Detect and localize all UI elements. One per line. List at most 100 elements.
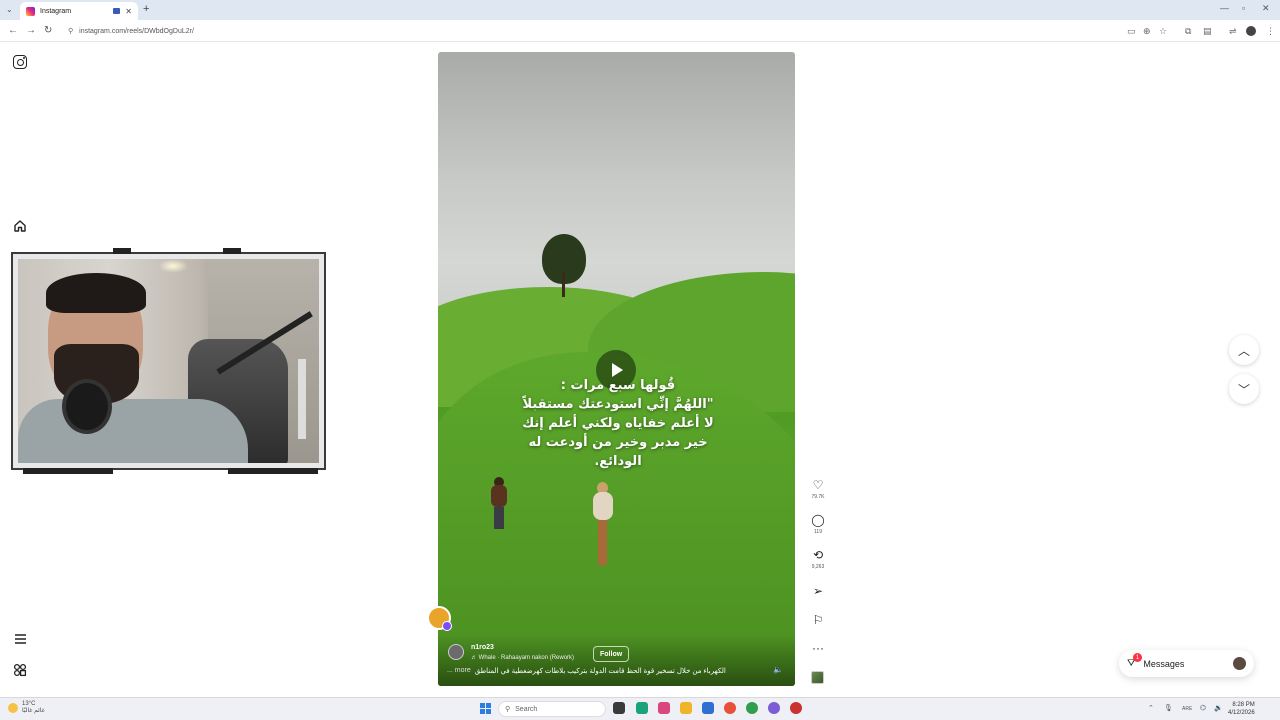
- browser-tab-bar: ⌄ Instagram ✕ + — ▫ ✕: [0, 0, 1280, 20]
- taskbar-app-icon[interactable]: [658, 702, 670, 714]
- taskbar-search[interactable]: ⚲ Search: [498, 701, 606, 717]
- more-menu-icon[interactable]: [12, 631, 28, 647]
- search-icon: ⚲: [505, 706, 511, 713]
- install-icon[interactable]: ▭: [1127, 26, 1136, 37]
- instagram-logo-icon[interactable]: [13, 55, 27, 69]
- more-options-button[interactable]: ···: [808, 641, 828, 655]
- reel-audio-label[interactable]: ♬ Whale · Rahaayam nakon (Rework): [471, 655, 574, 661]
- tray-chevron-icon[interactable]: ⌃: [1148, 704, 1154, 712]
- chevron-up-icon: ︿: [1237, 343, 1250, 358]
- caption-more-link[interactable]: ... more: [447, 667, 471, 675]
- audio-thumbnail[interactable]: [811, 671, 824, 684]
- repost-icon[interactable]: ⟲: [808, 548, 828, 562]
- sidepanel-icon[interactable]: ▤: [1203, 26, 1212, 37]
- tab-title: Instagram: [40, 7, 72, 15]
- back-icon[interactable]: ←: [8, 25, 18, 36]
- clock-date: 4/12/2026: [1228, 710, 1255, 716]
- profile-avatar[interactable]: [1246, 26, 1256, 36]
- window-close-icon[interactable]: ✕: [1262, 3, 1270, 14]
- repost-count: 9,263: [811, 564, 825, 570]
- next-reel-button[interactable]: ﹀: [1229, 374, 1259, 404]
- message-contact-avatar: [1233, 657, 1246, 670]
- instagram-favicon-icon: [26, 6, 35, 16]
- like-button[interactable]: ♡ 79.7K: [808, 478, 828, 500]
- home-icon[interactable]: [12, 218, 28, 234]
- comment-count: 119: [814, 529, 822, 535]
- weather-icon: [8, 703, 18, 713]
- webcam-frame-tab: [223, 248, 241, 254]
- comment-button[interactable]: ◯ 119: [808, 513, 828, 535]
- heart-icon[interactable]: ♡: [808, 478, 828, 492]
- tab-close-icon[interactable]: ✕: [125, 7, 132, 16]
- messages-badge: 1: [1133, 653, 1142, 662]
- creator-badge-icon: [442, 621, 452, 631]
- tab-search-icon[interactable]: ⌄: [6, 5, 13, 14]
- repost-button[interactable]: ⟲ 9,263: [808, 548, 828, 570]
- browser-tab-instagram[interactable]: Instagram ✕: [20, 2, 138, 20]
- weather-text: غائم غالبًا: [22, 708, 45, 714]
- clock-time: 8:28 PM: [1232, 702, 1255, 708]
- running-child: [486, 477, 512, 532]
- creator-avatar[interactable]: [427, 606, 452, 631]
- taskbar-app-icon[interactable]: [724, 702, 736, 714]
- caption-text: الكهرباء من خلال تسخير قوة الحظ قامت الد…: [474, 668, 726, 675]
- address-bar[interactable]: ⚲ instagram.com/reels/DWbdOgDuL2r/: [62, 23, 1122, 39]
- also-from-meta-icon[interactable]: [12, 662, 28, 678]
- start-button[interactable]: [480, 703, 491, 714]
- minimize-icon[interactable]: —: [1220, 3, 1229, 13]
- previous-reel-button[interactable]: ︿: [1229, 335, 1259, 365]
- reload-icon[interactable]: ↻: [44, 25, 52, 36]
- comment-icon[interactable]: ◯: [808, 513, 828, 527]
- extension-icon[interactable]: ⧉: [1185, 26, 1191, 37]
- webcam-overlay: [11, 248, 326, 474]
- taskbar-app-icon[interactable]: [790, 702, 802, 714]
- bookmark-star-icon[interactable]: ☆: [1159, 26, 1167, 37]
- running-child: [588, 482, 618, 567]
- webcam-video: [18, 259, 319, 463]
- system-clock[interactable]: 8:28 PM 4/12/2026: [1228, 701, 1255, 717]
- zoom-icon[interactable]: ⊕: [1143, 26, 1151, 37]
- tab-media-icon: [113, 8, 121, 14]
- reel-caption[interactable]: ... more الكهرباء من خلال تسخير قوة الحظ…: [447, 667, 767, 675]
- microphone-icon[interactable]: 🎙: [1164, 704, 1173, 712]
- windows-taskbar: 13°C غائم غالبًا ⚲ Search ⌃ 🎙 ARE ⌬ 🔉 8:…: [0, 697, 1280, 720]
- reel-username[interactable]: n1ro23: [471, 644, 494, 651]
- chevron-down-icon: ﹀: [1237, 382, 1250, 397]
- reel-quote-text: قُولها سبع مرات : "اللهُمَّ إنِّي استودع…: [522, 378, 714, 469]
- browser-toolbar: ← → ↻ ⚲ instagram.com/reels/DWbdOgDuL2r/…: [0, 20, 1280, 42]
- like-count: 79.7K: [811, 494, 825, 500]
- messages-label: Messages: [1143, 658, 1185, 669]
- network-icon[interactable]: ⌬: [1200, 704, 1206, 712]
- language-indicator[interactable]: ARE: [1182, 706, 1192, 712]
- weather-temp: 13°C: [22, 701, 36, 707]
- menu-kebab-icon[interactable]: ⋮: [1266, 26, 1275, 37]
- taskbar-app-icon[interactable]: [768, 702, 780, 714]
- send-icon[interactable]: ➢: [808, 584, 828, 598]
- taskbar-app-icon[interactable]: [636, 702, 648, 714]
- mute-icon[interactable]: 🔈: [773, 665, 783, 674]
- taskbar-app-icon[interactable]: [702, 702, 714, 714]
- webcam-frame-bottom: [228, 468, 318, 474]
- volume-icon[interactable]: 🔉: [1214, 704, 1223, 712]
- forward-icon[interactable]: →: [26, 25, 36, 36]
- restore-icon[interactable]: ▫: [1242, 3, 1245, 13]
- follow-button[interactable]: Follow: [593, 646, 630, 662]
- ellipsis-icon[interactable]: ···: [808, 641, 828, 655]
- weather-widget[interactable]: 13°C غائم غالبًا: [8, 701, 45, 715]
- chrome-icon[interactable]: [746, 702, 758, 714]
- webcam-frame-tab: [113, 248, 131, 254]
- site-info-icon[interactable]: ⚲: [68, 27, 73, 35]
- reel-user-avatar[interactable]: [448, 644, 464, 660]
- reel-video[interactable]: قُولها سبع مرات : "اللهُمَّ إنِّي استودع…: [438, 52, 795, 686]
- messages-button[interactable]: ⛛ 1 Messages: [1119, 650, 1254, 677]
- url-text: instagram.com/reels/DWbdOgDuL2r/: [79, 27, 194, 35]
- tab-strip-icon[interactable]: ⇌: [1229, 26, 1237, 37]
- task-view-icon[interactable]: [613, 702, 625, 714]
- new-tab-button[interactable]: +: [143, 3, 149, 15]
- save-button[interactable]: ⚐: [808, 613, 828, 627]
- messenger-icon: ⛛ 1: [1127, 653, 1142, 669]
- webcam-frame-bottom: [23, 468, 113, 474]
- file-explorer-icon[interactable]: [680, 702, 692, 714]
- share-button[interactable]: ➢: [808, 584, 828, 598]
- bookmark-icon[interactable]: ⚐: [808, 613, 828, 627]
